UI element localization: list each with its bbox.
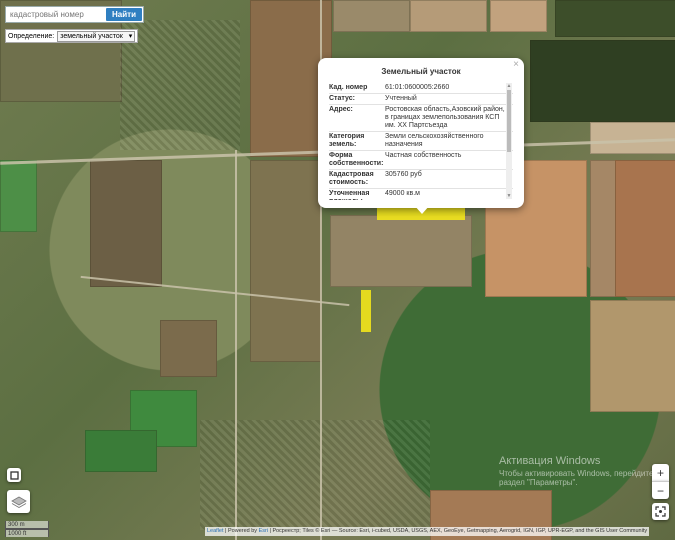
popup-tip bbox=[414, 205, 430, 214]
field-patch bbox=[333, 0, 410, 32]
field-patch bbox=[0, 160, 37, 232]
field-patch bbox=[330, 215, 472, 287]
field-patch bbox=[590, 160, 617, 297]
prop-value: Ростовская область,Азовский район, в гра… bbox=[385, 106, 505, 129]
field-patch bbox=[250, 160, 322, 362]
prop-row: Категория земель: Земли сельскохозяйстве… bbox=[329, 132, 513, 151]
road bbox=[235, 150, 237, 540]
esri-link[interactable]: Esri bbox=[259, 528, 268, 534]
map-attribution: Leaflet | Powered by Esri | Росреестр; T… bbox=[205, 527, 650, 536]
search-button[interactable]: Найти bbox=[106, 8, 142, 21]
field-patch bbox=[85, 430, 157, 472]
field-patch bbox=[490, 0, 547, 32]
layers-icon[interactable] bbox=[7, 490, 30, 513]
prop-key: Форма собственности: bbox=[329, 152, 384, 167]
field-patch bbox=[530, 40, 675, 122]
field-patch bbox=[90, 160, 162, 287]
scrollbar-thumb[interactable] bbox=[507, 90, 511, 152]
field-patch bbox=[160, 320, 217, 377]
field-patch bbox=[615, 160, 675, 297]
prop-value: Земли сельскохозяйственного назначения bbox=[385, 133, 484, 148]
prop-key: Кад. номер bbox=[329, 84, 368, 91]
attribution-text: | Powered by bbox=[223, 528, 259, 534]
windows-activation-watermark: Активация Windows Чтобы активировать Win… bbox=[499, 455, 669, 487]
definition-label: Определение: bbox=[8, 32, 55, 40]
prop-value: Учтенный bbox=[385, 95, 417, 102]
popup-title: Земельный участок bbox=[381, 67, 461, 76]
chevron-down-icon: ▾ bbox=[128, 33, 133, 40]
prop-row: Адрес: Ростовская область,Азовский район… bbox=[329, 105, 513, 132]
scroll-down-arrow[interactable]: ▼ bbox=[506, 193, 512, 199]
prop-row: Уточненная площадь: 49000 кв.м bbox=[329, 189, 513, 200]
field-patch bbox=[410, 0, 487, 32]
prop-key: Статус: bbox=[329, 95, 355, 102]
locate-icon[interactable] bbox=[652, 503, 669, 520]
popup-properties: Кад. номер 61:01:0600005:2660 Статус: Уч… bbox=[329, 83, 513, 200]
prop-value: 305760 руб bbox=[385, 171, 422, 178]
search-input[interactable] bbox=[6, 7, 114, 22]
prop-value: Частная собственность bbox=[385, 152, 462, 159]
square-draw-icon[interactable] bbox=[7, 468, 21, 482]
watermark-title: Активация Windows bbox=[499, 455, 601, 467]
watermark-subtitle: Чтобы активировать Windows, перейдите в … bbox=[499, 469, 660, 487]
prop-value: 61:01:0600005:2660 bbox=[385, 84, 450, 91]
parcel-highlight[interactable] bbox=[361, 290, 371, 332]
definition-select[interactable]: земельный участок ▾ bbox=[57, 30, 136, 42]
definition-row: Определение: земельный участок ▾ bbox=[5, 29, 139, 43]
search-box: Найти bbox=[5, 6, 144, 23]
field-patch bbox=[555, 0, 675, 37]
prop-key: Кадастровая стоимость: bbox=[329, 171, 374, 186]
prop-value: 49000 кв.м bbox=[385, 190, 420, 197]
definition-selected: земельный участок bbox=[60, 32, 123, 40]
prop-key: Адрес: bbox=[329, 106, 353, 113]
scale-metric: 300 m bbox=[5, 521, 49, 529]
prop-row: Форма собственности: Частная собственнос… bbox=[329, 151, 513, 170]
popup-scrollbar[interactable]: ▲ ▼ bbox=[506, 83, 512, 199]
prop-row: Кад. номер 61:01:0600005:2660 bbox=[329, 83, 513, 94]
attribution-sources: | Росреестр; Tiles © Esri — Source: Esri… bbox=[268, 528, 648, 534]
prop-row: Статус: Учтенный bbox=[329, 94, 513, 105]
leaflet-link[interactable]: Leaflet bbox=[207, 528, 224, 534]
prop-row: Кадастровая стоимость: 305760 руб bbox=[329, 170, 513, 189]
field-patch bbox=[590, 300, 675, 412]
prop-key: Уточненная площадь: bbox=[329, 190, 370, 200]
prop-key: Категория земель: bbox=[329, 133, 365, 148]
parcel-popup: × Земельный участок Кад. номер 61:01:060… bbox=[318, 58, 524, 208]
scale-imperial: 1000 ft bbox=[5, 529, 49, 537]
scroll-up-arrow[interactable]: ▲ bbox=[506, 83, 512, 89]
